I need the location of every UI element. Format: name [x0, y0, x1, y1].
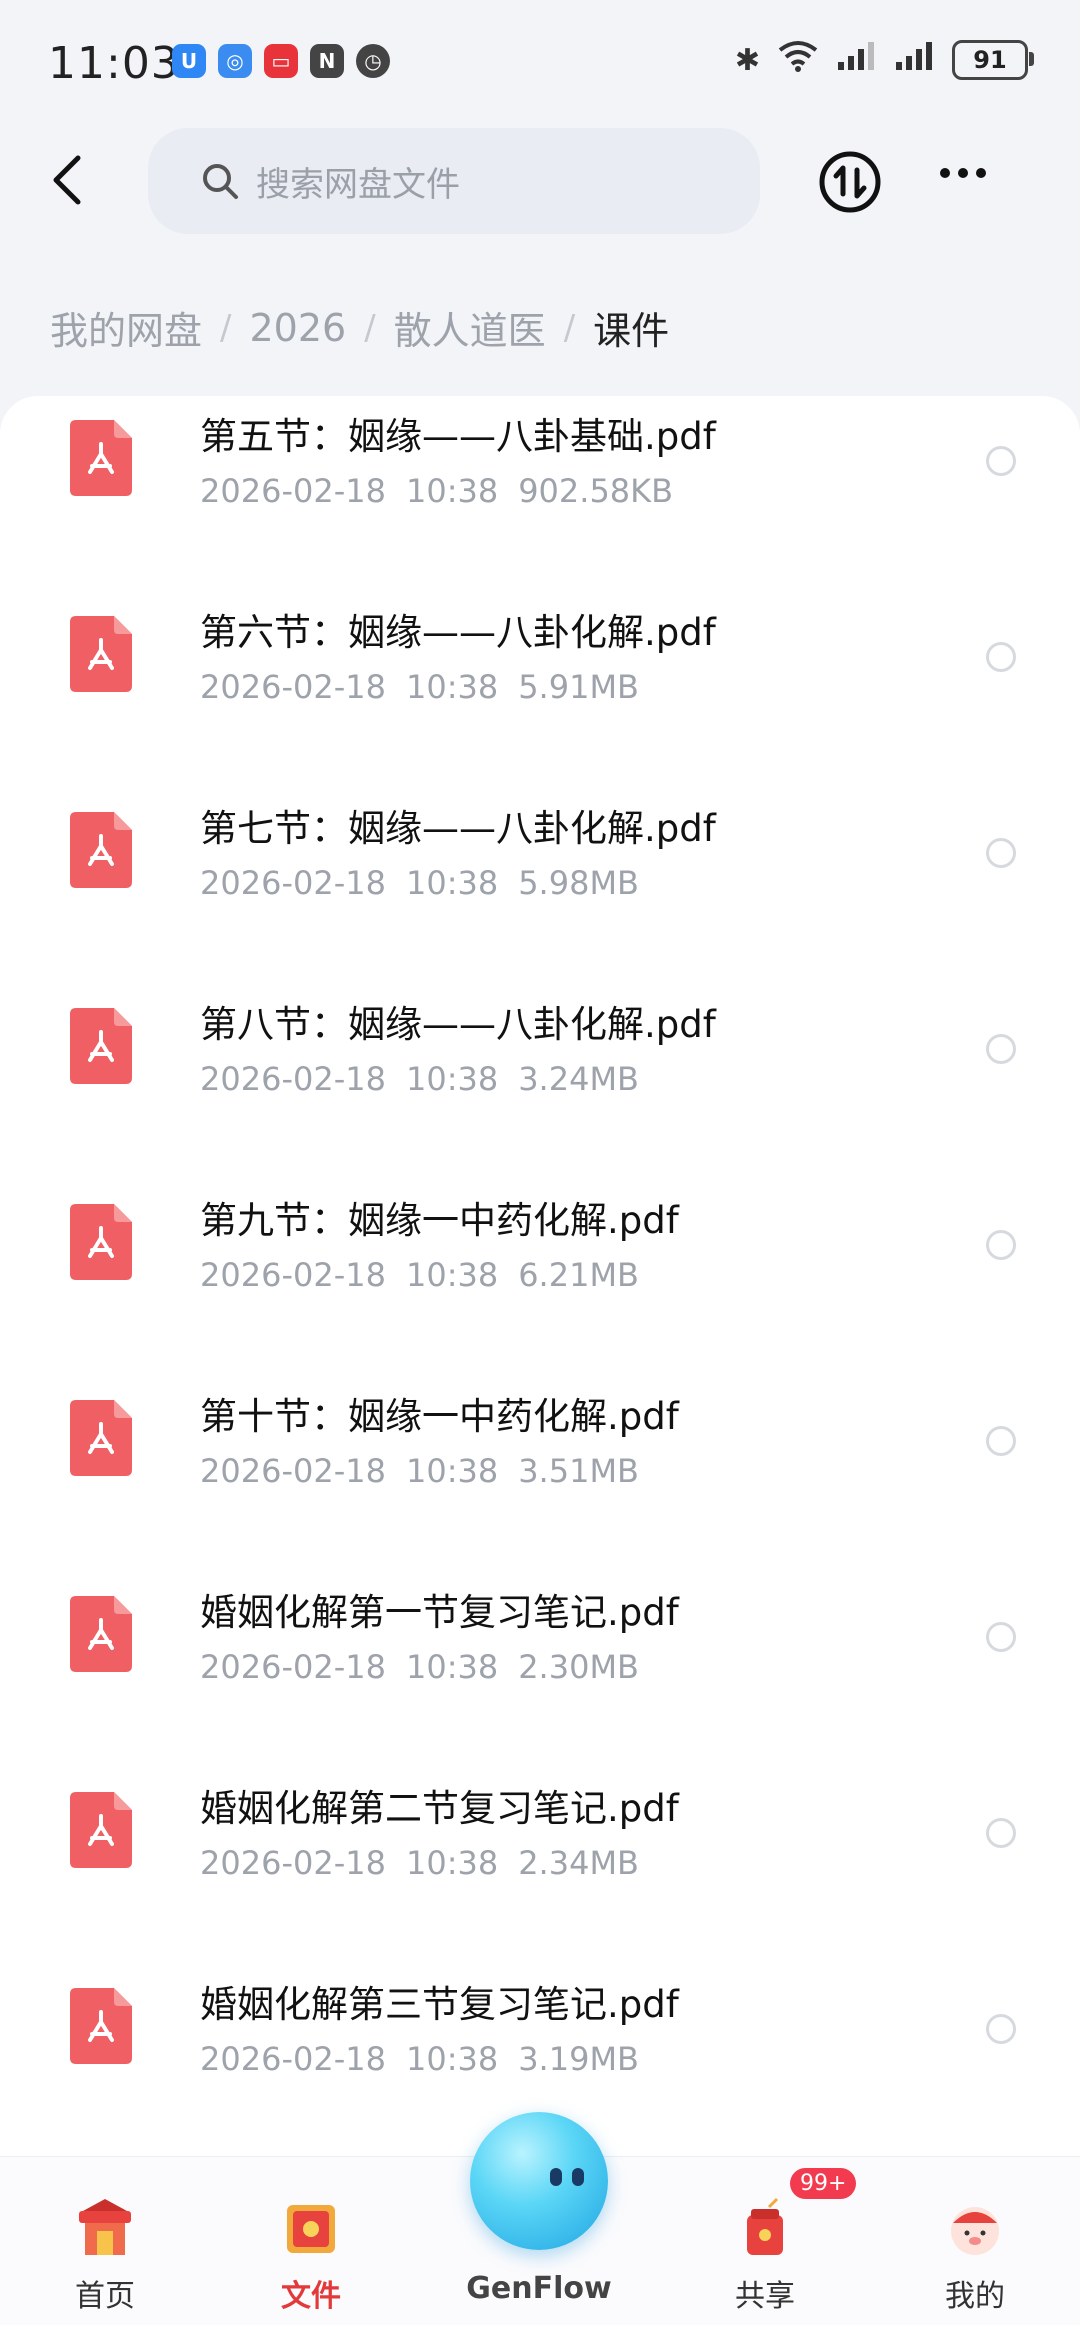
breadcrumb-item-current: 课件 [593, 309, 670, 353]
file-name: 第七节：姻缘——八卦化解.pdf [200, 807, 716, 850]
select-radio[interactable] [986, 1622, 1016, 1652]
notification-icons: U ◎ ▭ N ◷ [172, 44, 390, 78]
shield-app-icon: U [172, 44, 206, 78]
transfer-icon [819, 151, 881, 213]
file-meta: 2026-02-18 10:38 3.24MB [200, 1060, 639, 1098]
pdf-file-icon [70, 616, 132, 692]
file-row[interactable]: 婚姻化解第一节复习笔记.pdf 2026-02-18 10:38 2.30MB [0, 1548, 1080, 1744]
file-meta: 2026-02-18 10:38 5.98MB [200, 864, 639, 902]
video-app-icon: ▭ [264, 44, 298, 78]
search-placeholder: 搜索网盘文件 [256, 164, 460, 205]
file-name: 婚姻化解第一节复习笔记.pdf [200, 1591, 679, 1634]
breadcrumb-item-root[interactable]: 我的网盘 [50, 300, 202, 355]
share-count-badge: 99+ [790, 2168, 857, 2199]
search-icon [203, 164, 238, 199]
avatar-icon [951, 2207, 999, 2255]
file-row[interactable]: 婚姻化解第三节复习笔记.pdf 2026-02-18 10:38 3.19MB [0, 1940, 1080, 2136]
genflow-mascot-icon[interactable] [470, 2112, 608, 2250]
signal-icon [836, 40, 876, 80]
search-box[interactable]: 搜索网盘文件 [148, 128, 760, 234]
pdf-file-icon [70, 1008, 132, 1084]
tab-genflow-label: GenFlow [466, 2271, 612, 2306]
tab-files[interactable]: 文件 [236, 2157, 386, 2325]
tab-mine-label: 我的 [945, 2279, 1005, 2314]
select-radio[interactable] [986, 2014, 1016, 2044]
wifi-icon [778, 40, 818, 80]
file-row[interactable]: 第七节：姻缘——八卦化解.pdf 2026-02-18 10:38 5.98MB [0, 764, 1080, 960]
select-radio[interactable] [986, 1818, 1016, 1848]
top-bar: 搜索网盘文件 [0, 128, 1080, 238]
pdf-file-icon [70, 420, 132, 496]
file-name: 婚姻化解第三节复习笔记.pdf [200, 1983, 679, 2026]
file-row[interactable]: 第九节：姻缘一中药化解.pdf 2026-02-18 10:38 6.21MB [0, 1156, 1080, 1352]
status-bar: 11:03 U ◎ ▭ N ◷ ✱ 91 [0, 0, 1080, 130]
file-meta: 2026-02-18 10:38 2.30MB [200, 1648, 639, 1686]
file-meta: 2026-02-18 10:38 6.21MB [200, 1256, 639, 1294]
tab-files-label: 文件 [281, 2279, 341, 2314]
pdf-file-icon [70, 1400, 132, 1476]
bluetooth-icon: ✱ [734, 42, 760, 78]
share-icon [747, 2197, 783, 2255]
file-name: 第六节：姻缘——八卦化解.pdf [200, 611, 716, 654]
signal-icon-2 [894, 40, 934, 80]
tab-share-label: 共享 [735, 2279, 795, 2314]
back-button[interactable] [40, 150, 100, 210]
file-row[interactable]: 第五节：姻缘——八卦基础.pdf 2026-02-18 10:38 902.58KB [0, 396, 1080, 568]
pdf-file-icon [70, 1596, 132, 1672]
files-icon [287, 2205, 335, 2253]
pdf-file-icon [70, 1988, 132, 2064]
tab-home[interactable]: 首页 [30, 2157, 180, 2325]
home-icon [79, 2199, 131, 2255]
breadcrumb-item-folder[interactable]: 散人道医 [394, 300, 546, 355]
more-dot-icon [976, 168, 986, 178]
file-name: 第五节：姻缘——八卦基础.pdf [200, 415, 716, 458]
pdf-file-icon [70, 812, 132, 888]
file-list: 第五节：姻缘——八卦基础.pdf 2026-02-18 10:38 902.58KB… [0, 396, 1080, 2156]
file-row[interactable]: 第八节：姻缘——八卦化解.pdf 2026-02-18 10:38 3.24MB [0, 960, 1080, 1156]
mascot-eye [572, 2168, 584, 2186]
breadcrumb-separator: / [563, 307, 576, 348]
mascot-eye [550, 2168, 562, 2186]
file-row[interactable]: 第十节：姻缘一中药化解.pdf 2026-02-18 10:38 3.51MB [0, 1352, 1080, 1548]
select-radio[interactable] [986, 1230, 1016, 1260]
file-meta: 2026-02-18 10:38 5.91MB [200, 668, 639, 706]
pdf-file-icon [70, 1204, 132, 1280]
status-time: 11:03 [48, 38, 180, 89]
transfer-button[interactable] [818, 150, 882, 214]
file-meta: 2026-02-18 10:38 3.51MB [200, 1452, 639, 1490]
tab-home-label: 首页 [75, 2279, 135, 2314]
file-name: 第八节：姻缘——八卦化解.pdf [200, 1003, 716, 1046]
breadcrumb-separator: / [220, 307, 232, 348]
file-name: 婚姻化解第二节复习笔记.pdf [200, 1787, 679, 1830]
file-row[interactable]: 第六节：姻缘——八卦化解.pdf 2026-02-18 10:38 5.91MB [0, 568, 1080, 764]
tab-mine[interactable]: 我的 [900, 2157, 1050, 2325]
more-dot-icon [940, 168, 950, 178]
select-radio[interactable] [986, 1426, 1016, 1456]
pdf-file-icon [70, 1792, 132, 1868]
file-meta: 2026-02-18 10:38 2.34MB [200, 1844, 639, 1882]
system-icons: ✱ 91 [734, 40, 1034, 80]
back-arrow-icon [53, 155, 81, 205]
more-button[interactable] [940, 168, 986, 178]
select-radio[interactable] [986, 1034, 1016, 1064]
nfc-icon: N [310, 44, 344, 78]
breadcrumb: 我的网盘 / 2026 / 散人道医 / 课件 [50, 300, 669, 355]
file-meta: 2026-02-18 10:38 3.19MB [200, 2040, 639, 2078]
breadcrumb-separator: / [364, 307, 376, 348]
alarm-icon: ◷ [356, 44, 390, 78]
file-name: 第九节：姻缘一中药化解.pdf [200, 1199, 679, 1242]
breadcrumb-item-year[interactable]: 2026 [249, 306, 346, 350]
file-row[interactable]: 婚姻化解第二节复习笔记.pdf 2026-02-18 10:38 2.34MB [0, 1744, 1080, 1940]
more-dot-icon [958, 168, 968, 178]
select-radio[interactable] [986, 838, 1016, 868]
file-name: 第十节：姻缘一中药化解.pdf [200, 1395, 679, 1438]
select-radio[interactable] [986, 446, 1016, 476]
browser-icon: ◎ [218, 44, 252, 78]
battery-indicator: 91 [952, 40, 1034, 80]
select-radio[interactable] [986, 642, 1016, 672]
file-meta: 2026-02-18 10:38 902.58KB [200, 472, 674, 510]
